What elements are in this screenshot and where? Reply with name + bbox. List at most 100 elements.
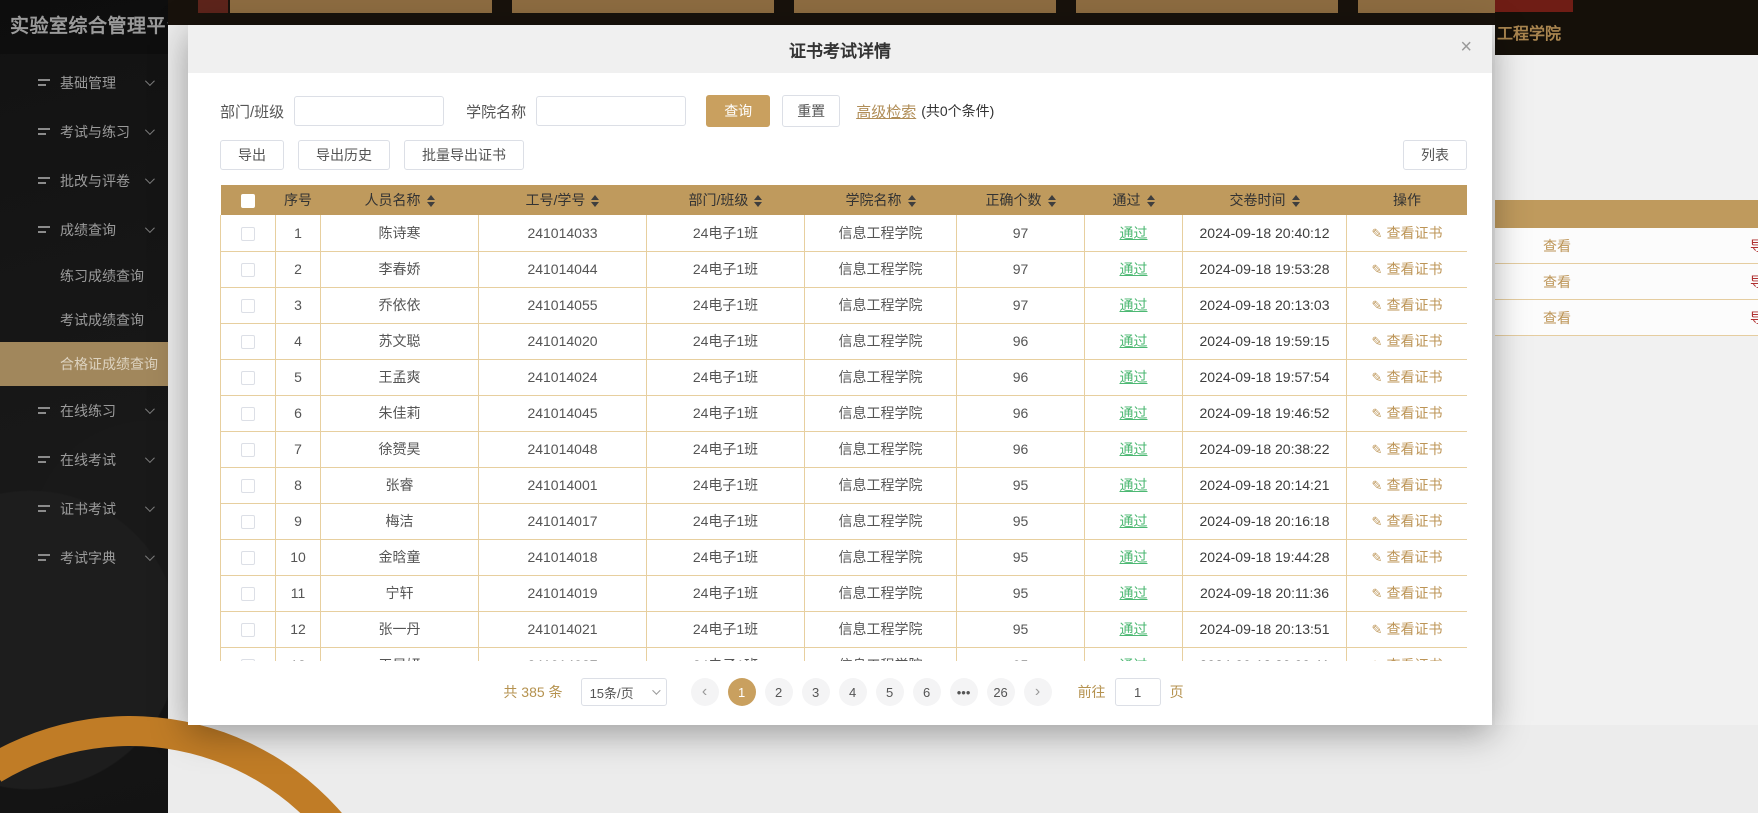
- pass-status-link[interactable]: 通过: [1120, 585, 1148, 601]
- page-button[interactable]: 2: [765, 678, 793, 706]
- view-certificate-link[interactable]: ✎查看证书: [1372, 261, 1443, 277]
- row-checkbox[interactable]: [241, 335, 255, 349]
- sort-desc-icon: [591, 202, 599, 207]
- pass-status-link[interactable]: 通过: [1120, 261, 1148, 277]
- view-certificate-link[interactable]: ✎查看证书: [1372, 333, 1443, 349]
- query-button[interactable]: 查询: [706, 95, 770, 127]
- correct-count: 97: [957, 287, 1085, 323]
- sidebar-subitem[interactable]: 考试成绩查询: [0, 298, 168, 342]
- background-link-fragment: 查看: [1543, 308, 1571, 328]
- view-certificate-link[interactable]: ✎查看证书: [1372, 585, 1443, 601]
- sidebar-item-label: 证书考试: [60, 499, 145, 519]
- sidebar-item[interactable]: 考试与练习: [0, 107, 168, 156]
- batch-export-cert-button[interactable]: 批量导出证书: [404, 140, 524, 170]
- sort-desc-icon: [908, 202, 916, 207]
- sort-icon[interactable]: [908, 195, 916, 207]
- close-icon[interactable]: ×: [1460, 37, 1472, 57]
- view-certificate-link[interactable]: ✎查看证书: [1372, 225, 1443, 241]
- row-checkbox[interactable]: [241, 515, 255, 529]
- goto-page-input[interactable]: [1115, 678, 1161, 706]
- background-red-fragment: 导: [1750, 308, 1758, 328]
- pass-cell: 通过: [1085, 215, 1183, 251]
- dept-class-input[interactable]: [294, 96, 444, 126]
- sidebar-item[interactable]: 考试字典: [0, 533, 168, 582]
- more-pages-button[interactable]: •••: [950, 678, 978, 706]
- export-button[interactable]: 导出: [220, 140, 284, 170]
- pass-status-link[interactable]: 通过: [1120, 225, 1148, 241]
- next-page-button[interactable]: ›: [1024, 678, 1052, 706]
- background-table-rows-fragment: 查看导查看导查看导: [1495, 228, 1758, 336]
- row-checkbox[interactable]: [241, 407, 255, 421]
- sidebar-item[interactable]: 批改与评卷: [0, 156, 168, 205]
- prev-page-button[interactable]: ‹: [691, 678, 719, 706]
- sort-icon[interactable]: [1147, 195, 1155, 207]
- correct-count: 95: [957, 467, 1085, 503]
- action-cell: ✎查看证书: [1347, 647, 1468, 661]
- row-checkbox[interactable]: [241, 299, 255, 313]
- sort-icon[interactable]: [754, 195, 762, 207]
- college-name-input[interactable]: [536, 96, 686, 126]
- view-certificate-link[interactable]: ✎查看证书: [1372, 369, 1443, 385]
- sidebar-subitem[interactable]: 合格证成绩查询: [0, 342, 168, 386]
- pass-status-link[interactable]: 通过: [1120, 657, 1148, 661]
- row-checkbox[interactable]: [241, 371, 255, 385]
- action-cell: ✎查看证书: [1347, 575, 1468, 611]
- list-view-button[interactable]: 列表: [1403, 140, 1467, 170]
- sidebar-item[interactable]: 在线练习: [0, 386, 168, 435]
- student-id: 241014021: [479, 611, 647, 647]
- page-size-select[interactable]: 15条/页: [581, 678, 667, 706]
- export-history-button[interactable]: 导出历史: [298, 140, 390, 170]
- pass-status-link[interactable]: 通过: [1120, 513, 1148, 529]
- row-checkbox[interactable]: [241, 659, 255, 661]
- pass-status-link[interactable]: 通过: [1120, 621, 1148, 637]
- row-checkbox[interactable]: [241, 551, 255, 565]
- pass-status-link[interactable]: 通过: [1120, 405, 1148, 421]
- pass-status-link[interactable]: 通过: [1120, 297, 1148, 313]
- row-checkbox[interactable]: [241, 479, 255, 493]
- view-certificate-link[interactable]: ✎查看证书: [1372, 549, 1443, 565]
- pass-status-link[interactable]: 通过: [1120, 369, 1148, 385]
- reset-button[interactable]: 重置: [782, 95, 840, 127]
- sidebar-item[interactable]: 证书考试: [0, 484, 168, 533]
- page-button[interactable]: 1: [728, 678, 756, 706]
- sidebar-item-label: 考试字典: [60, 548, 145, 568]
- pencil-icon: ✎: [1372, 550, 1383, 565]
- row-index: 3: [276, 287, 321, 323]
- pass-status-link[interactable]: 通过: [1120, 477, 1148, 493]
- page-button[interactable]: 6: [913, 678, 941, 706]
- pass-status-link[interactable]: 通过: [1120, 333, 1148, 349]
- student-id: 241014048: [479, 431, 647, 467]
- sort-asc-icon: [427, 195, 435, 200]
- row-checkbox[interactable]: [241, 623, 255, 637]
- sidebar-item[interactable]: 基础管理: [0, 58, 168, 107]
- view-certificate-link[interactable]: ✎查看证书: [1372, 297, 1443, 313]
- row-checkbox[interactable]: [241, 227, 255, 241]
- page-button[interactable]: 5: [876, 678, 904, 706]
- page-button[interactable]: 3: [802, 678, 830, 706]
- sort-icon[interactable]: [427, 195, 435, 207]
- sidebar-item[interactable]: 在线考试: [0, 435, 168, 484]
- row-checkbox[interactable]: [241, 263, 255, 277]
- view-certificate-link[interactable]: ✎查看证书: [1372, 441, 1443, 457]
- pass-status-link[interactable]: 通过: [1120, 441, 1148, 457]
- view-certificate-link[interactable]: ✎查看证书: [1372, 477, 1443, 493]
- sort-icon[interactable]: [1048, 195, 1056, 207]
- menu-lines-icon: [38, 503, 51, 514]
- sidebar-item[interactable]: 成绩查询: [0, 205, 168, 254]
- sidebar-subitem[interactable]: 练习成绩查询: [0, 254, 168, 298]
- dept-class: 24电子1班: [647, 539, 805, 575]
- modal-body: 部门/班级 学院名称 查询 重置 高级检索 (共0个条件) 导出 导出历史 批量…: [188, 73, 1492, 706]
- row-checkbox[interactable]: [241, 443, 255, 457]
- advanced-search-link[interactable]: 高级检索: [856, 101, 916, 122]
- row-checkbox[interactable]: [241, 587, 255, 601]
- view-certificate-link[interactable]: ✎查看证书: [1372, 405, 1443, 421]
- page-button[interactable]: 26: [987, 678, 1015, 706]
- page-button[interactable]: 4: [839, 678, 867, 706]
- view-certificate-link[interactable]: ✎查看证书: [1372, 657, 1443, 661]
- view-certificate-link[interactable]: ✎查看证书: [1372, 621, 1443, 637]
- select-all-checkbox[interactable]: [241, 194, 255, 208]
- view-certificate-link[interactable]: ✎查看证书: [1372, 513, 1443, 529]
- pass-status-link[interactable]: 通过: [1120, 549, 1148, 565]
- sort-icon[interactable]: [591, 195, 599, 207]
- sort-icon[interactable]: [1292, 195, 1300, 207]
